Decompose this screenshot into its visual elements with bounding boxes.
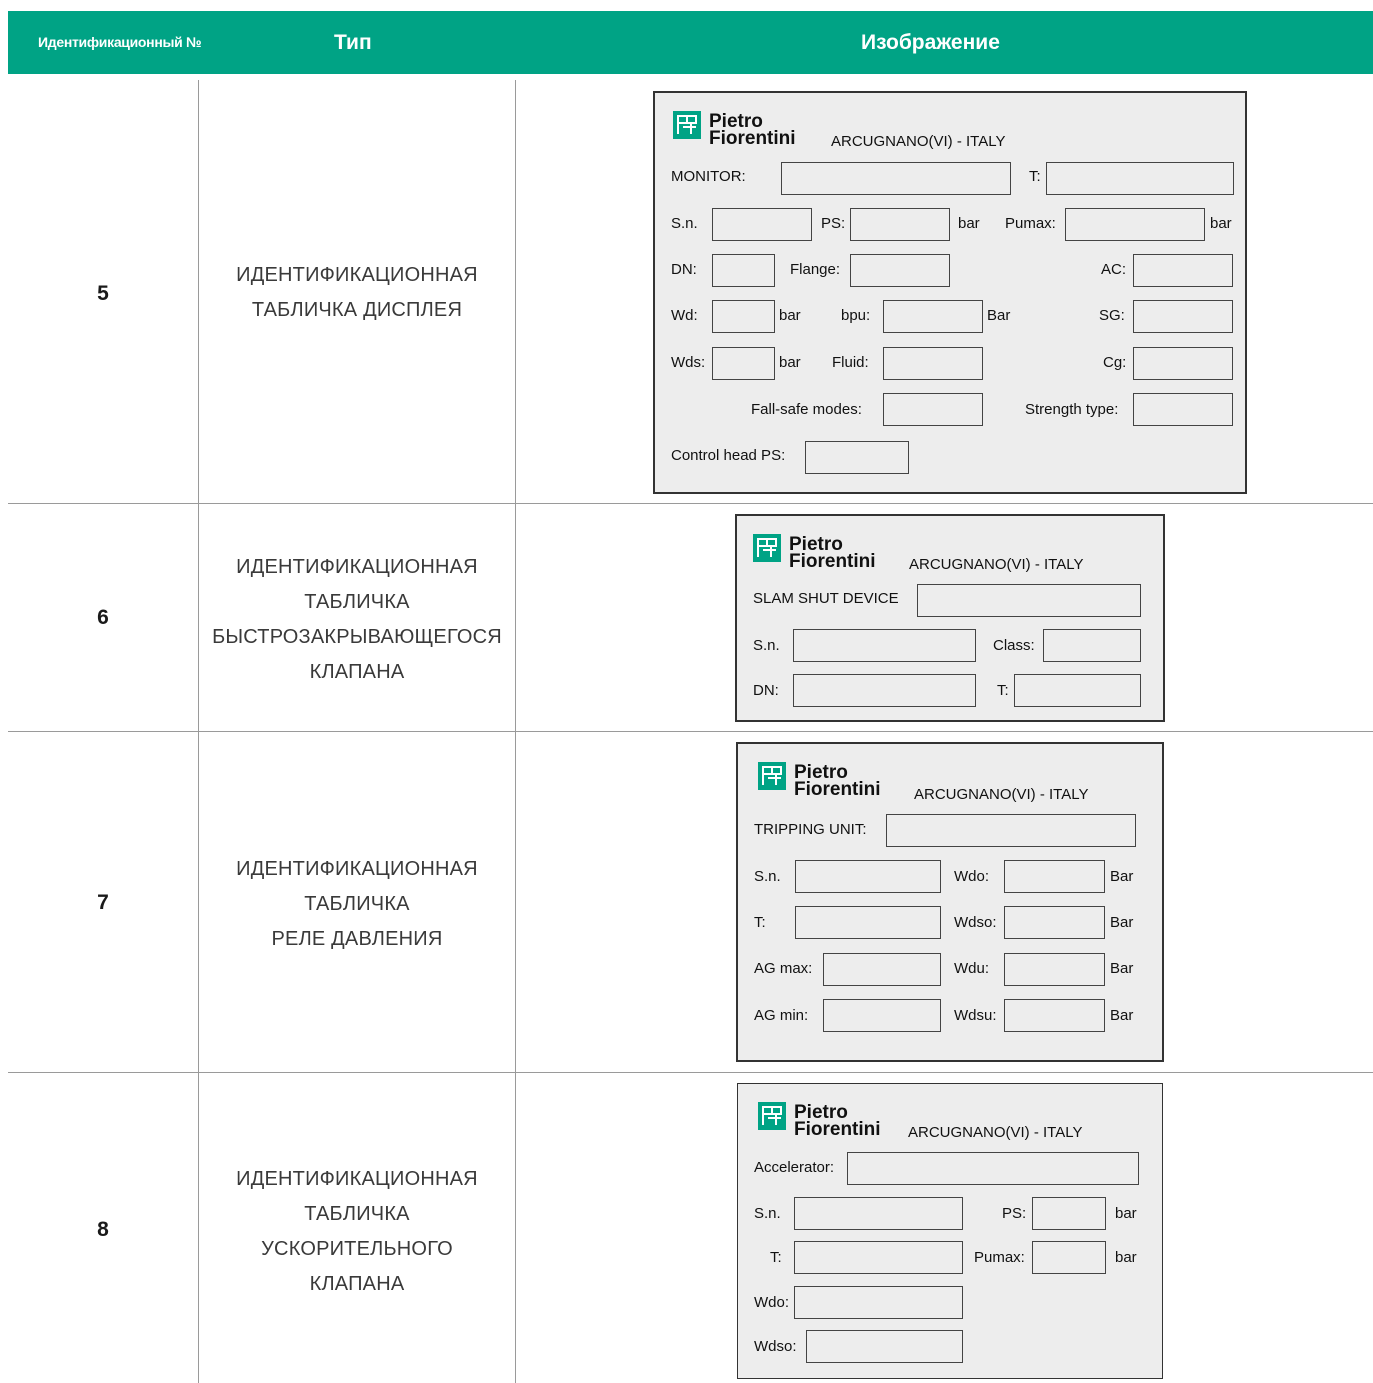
- ps-field: [850, 208, 950, 241]
- row-5-type: ИДЕНТИФИКАЦИОННАЯ ТАБЛИЧКА ДИСПЛЕЯ: [236, 264, 478, 321]
- class-field: [1043, 629, 1141, 662]
- row-5-number: 5: [97, 282, 109, 305]
- slam-shut-nameplate: Pietro Fiorentini ARCUGNANO(VI) - ITALY …: [735, 514, 1165, 722]
- wdso-field: [1004, 906, 1105, 939]
- tripping-unit-nameplate: Pietro Fiorentini ARCUGNANO(VI) - ITALY …: [736, 742, 1164, 1062]
- dn-field: [712, 254, 775, 287]
- fluid-field: [883, 347, 983, 380]
- logo-mark-icon: [753, 534, 781, 562]
- row-divider-3: [8, 1072, 1373, 1073]
- row-7-number: 7: [97, 891, 109, 914]
- sn-field: [794, 1197, 963, 1230]
- pumax-field: [1065, 208, 1205, 241]
- accelerator-field: [847, 1152, 1139, 1185]
- row-8-number: 8: [97, 1218, 109, 1241]
- bpu-field: [883, 300, 983, 333]
- wdsu-field: [1004, 999, 1105, 1032]
- row-divider-1: [8, 503, 1373, 504]
- sn-field: [712, 208, 812, 241]
- accelerator-nameplate: Pietro Fiorentini ARCUGNANO(VI) - ITALY …: [737, 1083, 1163, 1379]
- wd-field: [712, 300, 775, 333]
- unit-field: [886, 814, 1136, 847]
- row-8-type: ИДЕНТИФИКАЦИОННАЯ ТАБЛИЧКА УСКОРИТЕЛЬНОГ…: [236, 1168, 478, 1295]
- display-nameplate: Pietro Fiorentini ARCUGNANO(VI) - ITALY …: [653, 91, 1247, 494]
- wdo-field: [1004, 860, 1105, 893]
- ac-field: [1133, 254, 1233, 287]
- header-image: Изображение: [861, 31, 1000, 54]
- cg-field: [1133, 347, 1233, 380]
- row-divider-2: [8, 731, 1373, 732]
- wdo-field: [794, 1286, 963, 1319]
- row-7-type: ИДЕНТИФИКАЦИОННАЯ ТАБЛИЧКА РЕЛЕ ДАВЛЕНИЯ: [236, 858, 478, 950]
- dn-field: [793, 674, 976, 707]
- failsafe-field: [883, 393, 983, 426]
- t-field: [1014, 674, 1141, 707]
- ps-field: [1032, 1197, 1106, 1230]
- t-field: [795, 906, 941, 939]
- agmin-field: [823, 999, 941, 1032]
- header-id-number: Идентификационный №: [38, 34, 202, 50]
- header-type: Тип: [334, 31, 372, 54]
- device-field: [917, 584, 1141, 617]
- logo-mark-icon: [758, 1102, 786, 1130]
- flange-field: [850, 254, 950, 287]
- table-header: Идентификационный № Тип Изображение: [8, 11, 1373, 74]
- sg-field: [1133, 300, 1233, 333]
- logo-mark-icon: [673, 111, 701, 139]
- sn-field: [793, 629, 976, 662]
- monitor-field: [781, 162, 1011, 195]
- row-6-type: ИДЕНТИФИКАЦИОННАЯ ТАБЛИЧКА БЫСТРОЗАКРЫВА…: [212, 556, 502, 683]
- agmax-field: [823, 953, 941, 986]
- strength-field: [1133, 393, 1233, 426]
- wdso-field: [806, 1330, 963, 1363]
- sn-field: [795, 860, 941, 893]
- t-field: [1046, 162, 1234, 195]
- t-field: [794, 1241, 963, 1274]
- row-6-number: 6: [97, 606, 109, 629]
- wdu-field: [1004, 953, 1105, 986]
- logo-mark-icon: [758, 762, 786, 790]
- pumax-field: [1032, 1241, 1106, 1274]
- wds-field: [712, 347, 775, 380]
- control-head-field: [805, 441, 909, 474]
